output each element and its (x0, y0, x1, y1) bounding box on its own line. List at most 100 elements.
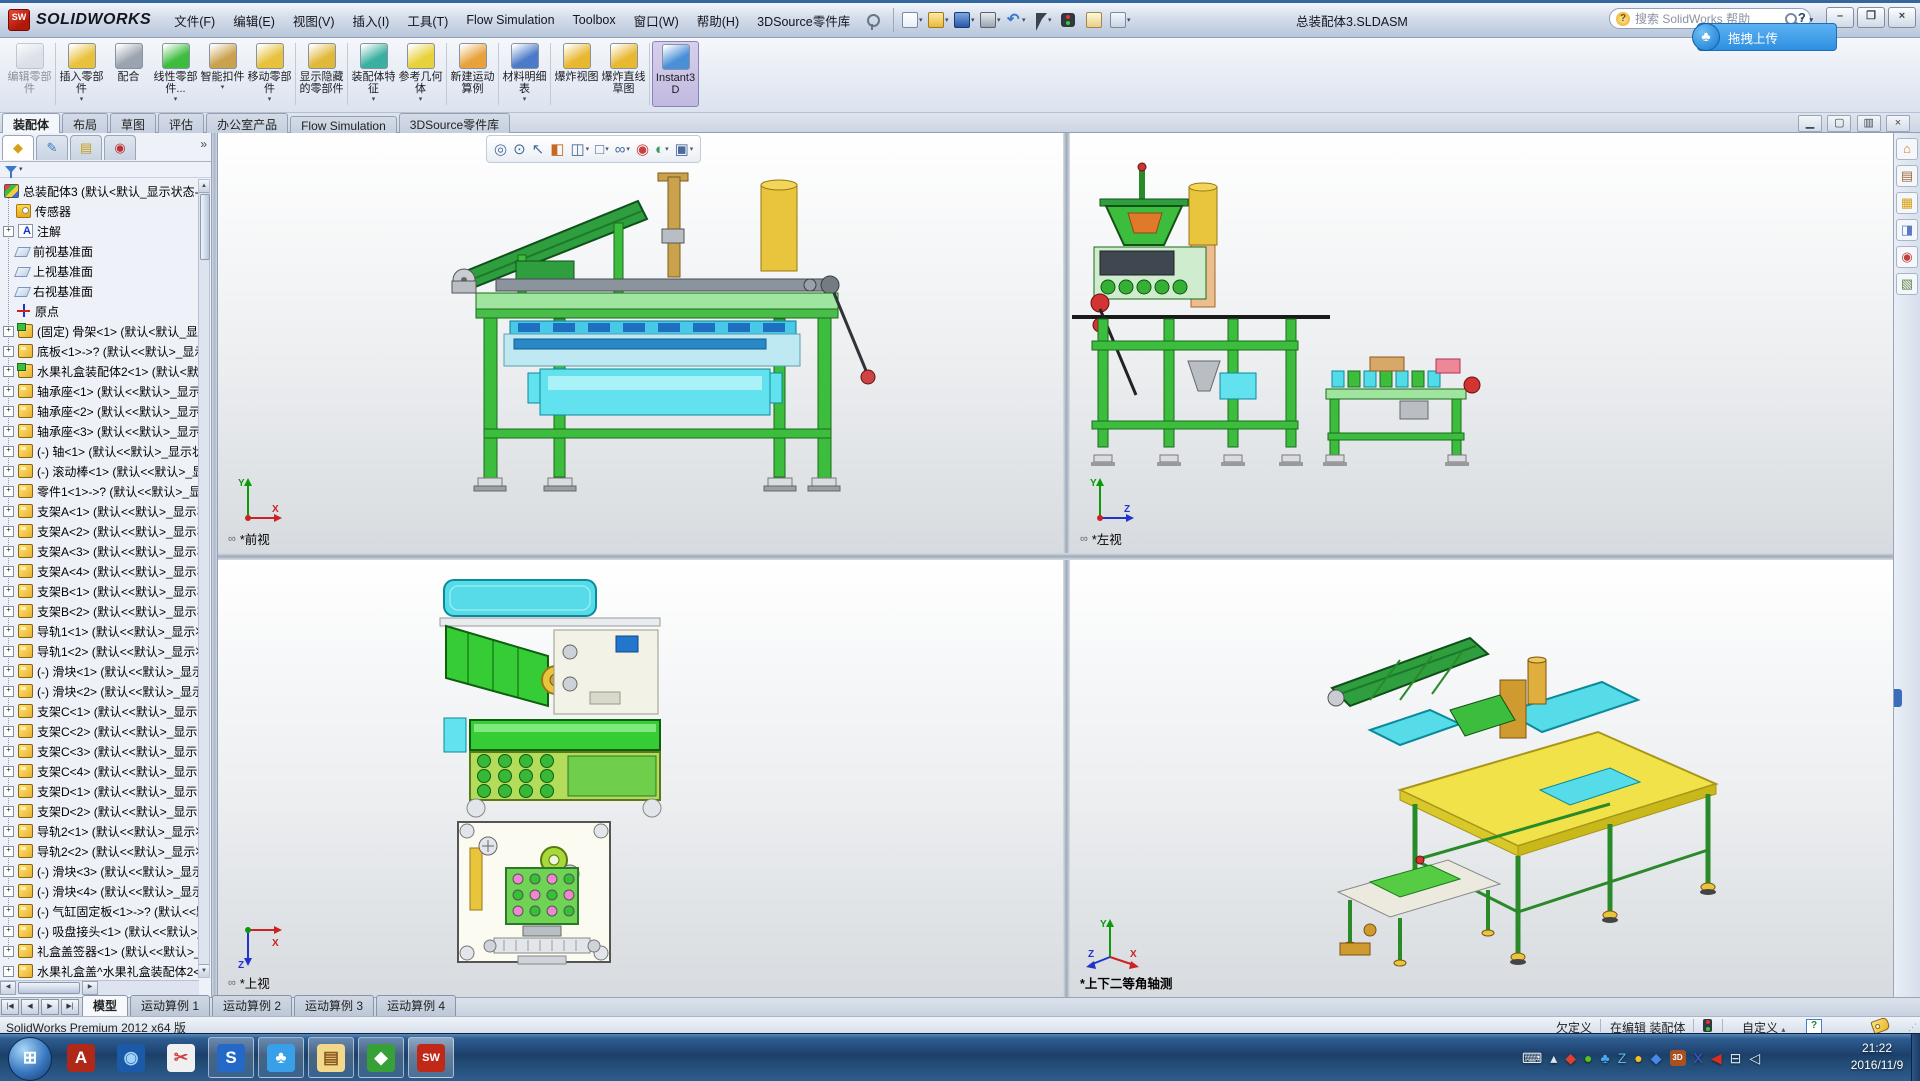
show-hidden-icons-icon[interactable]: ▴ (1550, 1051, 1557, 1065)
zoom-to-area-icon[interactable]: ⊙ (513, 140, 526, 158)
taskbar-sogou-browser-button[interactable]: S (208, 1037, 254, 1078)
expand-icon[interactable]: + (3, 926, 14, 937)
solidworks-resources-icon[interactable]: ⌂ (1896, 138, 1918, 160)
menu-item-8[interactable]: 帮助(H) (688, 7, 748, 34)
tab-运动算例 2[interactable]: 运动算例 2 (212, 995, 292, 1016)
tab-运动算例 4[interactable]: 运动算例 4 (376, 995, 456, 1016)
tree-item[interactable]: +支架D<1> (默认<<默认>_显示状态 1>) (0, 781, 199, 801)
tree-item[interactable]: 右视基准面 (0, 281, 199, 301)
view-palette-icon[interactable]: ◨ (1896, 219, 1918, 241)
ribbon-assembly-features-button[interactable]: 装配体特征▾ (350, 41, 397, 109)
viewport-left[interactable]: Y Z ∞ *左视 (1070, 133, 1893, 553)
view-settings-icon[interactable]: ▣▾ (675, 140, 694, 158)
tree-item[interactable]: +注解 (0, 221, 199, 241)
scroll-right-button[interactable]: ▶ (82, 981, 98, 995)
menu-item-4[interactable]: 工具(T) (398, 7, 457, 34)
file-properties-button[interactable] (1082, 9, 1106, 31)
tree-item[interactable]: +支架A<4> (默认<<默认>_显示状态 1>) (0, 561, 199, 581)
display-style-icon[interactable]: □▾ (595, 141, 609, 158)
options-button[interactable]: ▾ (1108, 9, 1132, 31)
expand-icon[interactable]: + (3, 946, 14, 957)
tree-item[interactable]: +(-) 气缸固定板<1>->? (默认<<默认> (0, 901, 199, 921)
tab-运动算例 3[interactable]: 运动算例 3 (294, 995, 374, 1016)
custom-properties-icon[interactable]: ▧ (1896, 273, 1918, 295)
tag-icon[interactable] (1870, 1016, 1890, 1034)
close-button[interactable]: × (1888, 7, 1916, 28)
expand-icon[interactable]: + (3, 906, 14, 917)
menu-item-2[interactable]: 视图(V) (284, 7, 344, 34)
taskbar-web-browser-button[interactable]: ◉ (108, 1037, 154, 1078)
solidworks-tray-icon[interactable]: ◆ (1565, 1051, 1576, 1065)
menu-item-7[interactable]: 窗口(W) (625, 7, 688, 34)
tree-item[interactable]: +支架B<2> (默认<<默认>_显示状态 1>) (0, 601, 199, 621)
tree-item[interactable]: +零件1<1>->? (默认<<默认>_显示状态 (0, 481, 199, 501)
filter-dropdown-icon[interactable]: ▾ (19, 165, 23, 173)
expand-icon[interactable]: + (3, 766, 14, 777)
taskbar-solidworks-button[interactable]: SW (408, 1037, 454, 1078)
security-shield-icon[interactable]: ◆ (1651, 1051, 1662, 1065)
doc-restore-button[interactable]: ▢ (1827, 115, 1851, 132)
file-explorer-icon[interactable]: ▦ (1896, 192, 1918, 214)
tree-horizontal-scrollbar[interactable]: ◀ ▶ (0, 980, 199, 995)
expand-icon[interactable]: + (3, 746, 14, 757)
tree-item[interactable]: +底板<1>->? (默认<<默认>_显示状态 1 (0, 341, 199, 361)
panel-more-chevron[interactable]: » (200, 137, 207, 151)
scroll-left-button[interactable]: ◀ (0, 981, 16, 995)
tree-item[interactable]: 总装配体3 (默认<默认_显示状态-1>) (0, 181, 199, 201)
tree-item[interactable]: +支架C<4> (默认<<默认>_显示状态 1>) (0, 761, 199, 781)
ribbon-bill-of-materials-button[interactable]: 材料明细表▾ (501, 41, 548, 109)
expand-icon[interactable]: + (3, 586, 14, 597)
drag-upload-overlay[interactable]: ♣ 拖拽上传 (1697, 23, 1837, 51)
panel-tab-property-manager[interactable]: ✎ (36, 135, 68, 160)
tree-item[interactable]: +(-) 滑块<2> (默认<<默认>_显示状态 (0, 681, 199, 701)
zoom-to-fit-icon[interactable]: ◎ (494, 140, 507, 158)
tree-item[interactable]: +(固定) 骨架<1> (默认<默认_显示状态 (0, 321, 199, 341)
menu-item-5[interactable]: Flow Simulation (457, 9, 563, 31)
expand-icon[interactable]: + (3, 546, 14, 557)
expand-icon[interactable]: + (3, 886, 14, 897)
expand-icon[interactable]: + (3, 866, 14, 877)
hide-show-items-icon[interactable]: ∞▾ (615, 141, 630, 158)
menu-item-6[interactable]: Toolbox (564, 9, 625, 31)
menu-item-3[interactable]: 插入(I) (344, 7, 399, 34)
maximize-button[interactable]: ❐ (1857, 7, 1885, 28)
ribbon-reference-geometry-button[interactable]: 参考几何体▾ (397, 41, 444, 109)
tree-item[interactable]: +支架A<3> (默认<<默认>_显示状态 1>) (0, 541, 199, 561)
appearances-scenes-icon[interactable]: ◉ (1896, 246, 1918, 268)
wechat-icon[interactable]: ● (1584, 1051, 1592, 1065)
tree-item[interactable]: +导轨1<2> (默认<<默认>_显示状态 1>) (0, 641, 199, 661)
start-button[interactable]: ⊞ (8, 1037, 52, 1081)
doc-minimize-button[interactable]: ▁ (1798, 115, 1822, 132)
ribbon-new-motion-study-button[interactable]: 新建运动算例 (449, 41, 496, 109)
motion-nav-button-1[interactable]: ◀ (21, 999, 39, 1015)
tab-运动算例 1[interactable]: 运动算例 1 (130, 995, 210, 1016)
expand-icon[interactable]: + (3, 226, 14, 237)
expand-icon[interactable]: + (3, 686, 14, 697)
tree-item[interactable]: +支架A<2> (默认<<默认>_显示状态 1>) (0, 521, 199, 541)
doc-split-button[interactable]: ▥ (1857, 115, 1881, 132)
tree-item[interactable]: +支架D<2> (默认<<默认>_显示状态 1>) (0, 801, 199, 821)
select-button[interactable]: ▾ (1030, 9, 1054, 31)
menu-item-1[interactable]: 编辑(E) (224, 7, 284, 34)
taskbar-archiver-button[interactable]: ◆ (358, 1037, 404, 1078)
menu-item-9[interactable]: 3DSource零件库 (748, 7, 859, 34)
tree-item[interactable]: +礼盒盖签器<1> (默认<<默认>_显示状 (0, 941, 199, 961)
expand-icon[interactable]: + (3, 626, 14, 637)
expand-icon[interactable]: + (3, 826, 14, 837)
scroll-thumb-horizontal[interactable] (18, 982, 80, 994)
panel-tab-featuremanager-design-tree[interactable]: ◆ (2, 135, 34, 160)
tree-item[interactable]: +导轨2<2> (默认<<默认>_显示状态 1>) (0, 841, 199, 861)
expand-icon[interactable]: + (3, 426, 14, 437)
tree-item[interactable]: 上视基准面 (0, 261, 199, 281)
tree-item[interactable]: +支架A<1> (默认<<默认>_显示状态 1>) (0, 501, 199, 521)
tree-item[interactable]: 传感器 (0, 201, 199, 221)
expand-icon[interactable]: + (3, 966, 14, 977)
ribbon-exploded-view-button[interactable]: 爆炸视图 (553, 41, 600, 109)
tree-item[interactable]: +轴承座<3> (默认<<默认>_显示状态 1>) (0, 421, 199, 441)
undo-button[interactable]: ↶▾ (1004, 9, 1028, 31)
tree-item[interactable]: 原点 (0, 301, 199, 321)
viewport-top[interactable]: Z X ∞ *上视 (218, 560, 1063, 997)
expand-icon[interactable]: + (3, 366, 14, 377)
panel-tab-configuration-manager[interactable]: ▤ (70, 135, 102, 160)
thunder-icon[interactable]: X (1694, 1051, 1703, 1065)
